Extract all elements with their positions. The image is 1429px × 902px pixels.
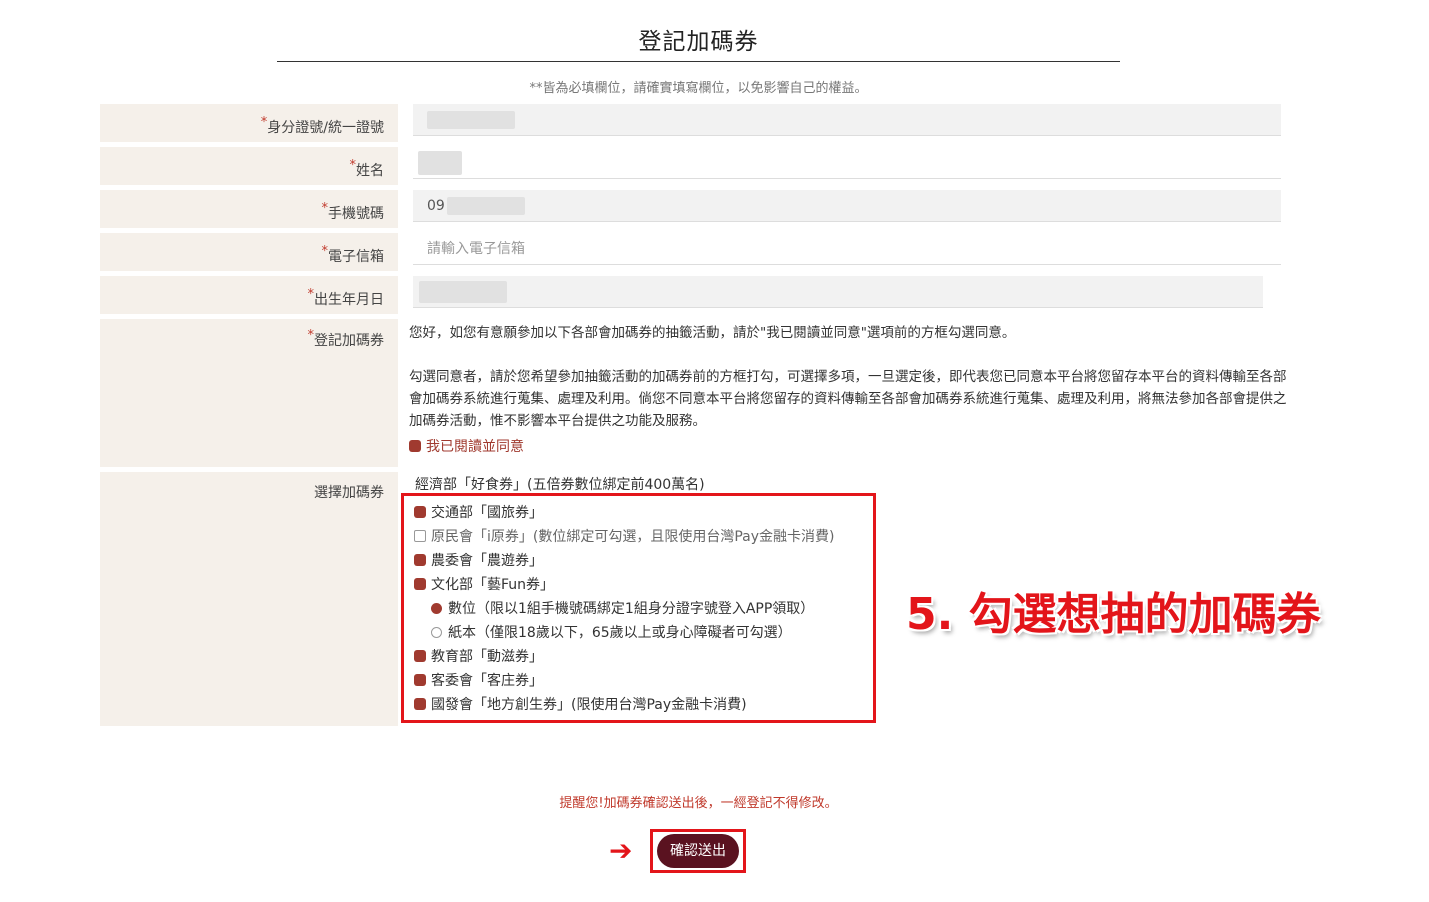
email-label: 電子信箱 [328,249,384,265]
voucher-header: 經濟部「好食券」(五倍券數位綁定前400萬名) [415,477,705,493]
name-label: 姓名 [356,163,384,179]
birth-label: 出生年月日 [314,292,384,308]
redacted-phone-value [446,197,525,215]
agree-label: 我已閱讀並同意 [426,439,524,455]
birth-field[interactable] [413,276,1263,308]
register-label-cell: *登記加碼券 [100,319,398,467]
register-label: 登記加碼券 [314,333,384,349]
name-field[interactable] [413,147,1281,179]
id-label: 身分證號/統一證號 [267,120,384,136]
email-field[interactable] [413,233,1281,265]
phone-prefix: 09 [427,198,445,214]
choose-label: 選擇加碼券 [314,485,384,501]
consent-terms: 勾選同意者，請於您希望參加抽籤活動的加碼券前的方框打勾，可選擇多項，一旦選定後，… [409,369,1287,429]
id-label-cell: *身分證號/統一證號 [100,104,398,142]
submit-reminder: 提醒您!加碼券確認送出後，一經登記不得修改。 [559,796,838,811]
step-annotation: 5. 勾選想抽的加碼券 [906,589,1321,640]
voucher-highlight-box [401,493,876,723]
phone-label: 手機號碼 [328,206,384,222]
email-label-cell: *電子信箱 [100,233,398,271]
page-title: 登記加碼券 [638,29,759,55]
phone-label-cell: *手機號碼 [100,190,398,228]
title-divider [277,61,1120,62]
agree-checkbox[interactable]: 我已閱讀並同意 [409,436,524,456]
birth-label-cell: *出生年月日 [100,276,398,314]
redacted-name-value [418,151,462,175]
phone-field[interactable]: 09 [413,190,1281,222]
id-field[interactable] [413,104,1281,136]
submit-button[interactable]: 確認送出 [657,834,739,868]
checkbox-checked-icon[interactable] [409,440,421,452]
required-notice: **皆為必填欄位，請確實填寫欄位，以免影響自己的權益。 [529,81,868,96]
consent-intro: 您好，如您有意願參加以下各部會加碼券的抽籤活動，請於"我已閱讀並同意"選項前的方… [409,325,1016,341]
email-input[interactable] [427,234,1281,264]
name-label-cell: *姓名 [100,147,398,185]
choose-label-cell: 選擇加碼券 [100,472,398,726]
redacted-id-value [427,111,515,129]
arrow-right-icon: ➔ [609,834,633,867]
redacted-birth-value [419,281,507,303]
